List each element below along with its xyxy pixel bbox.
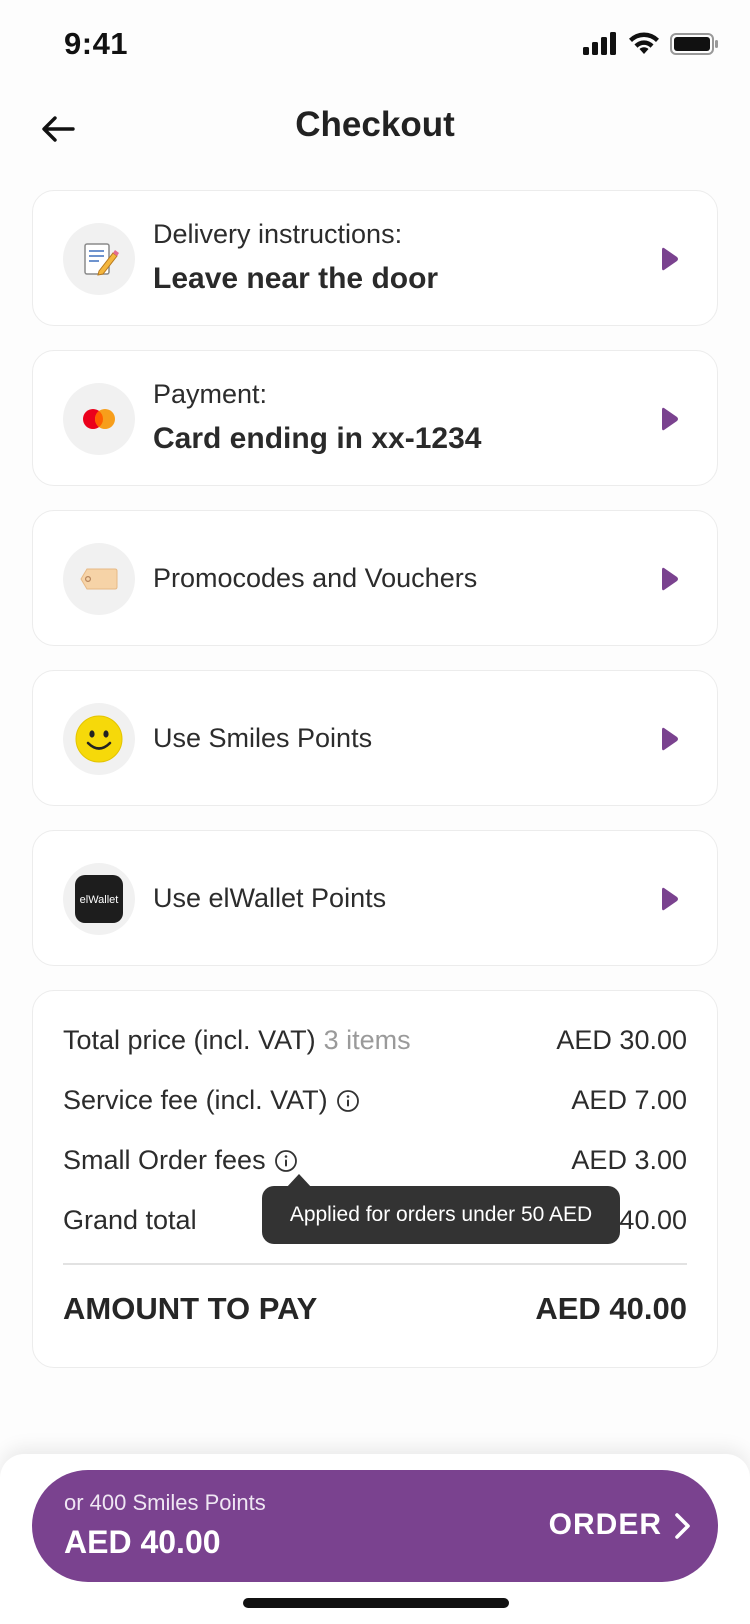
elwallet-points-text: Use elWallet Points [153,881,386,915]
promocodes-card[interactable]: Promocodes and Vouchers [32,510,718,646]
payment-value: Card ending in xx-1234 [153,422,482,455]
memo-pencil-icon [63,223,135,295]
status-bar: 9:41 [0,0,750,90]
tag-icon [63,543,135,615]
amount-to-pay-value: AED 40.00 [535,1291,687,1326]
small-order-row: Small Order fees AED 3.00 [63,1145,687,1181]
battery-icon [670,33,718,55]
total-price-label-group: Total price (incl. VAT) 3 items [63,1025,411,1056]
status-time: 9:41 [64,26,129,61]
delivery-instructions-value: Leave near the door [153,262,439,295]
promocodes-text: Promocodes and Vouchers [153,561,477,595]
order-points-text: or 400 Smiles Points [64,1490,266,1515]
service-fee-row: Service fee (incl. VAT) AED 7.00 [63,1085,687,1121]
small-order-tooltip: Applied for orders under 50 AED [262,1186,620,1244]
order-button[interactable]: or 400 Smiles Points AED 40.00 ORDER [32,1470,718,1582]
service-fee-label-group: Service fee (incl. VAT) [63,1085,360,1116]
promocodes-label: Promocodes and Vouchers [153,563,478,593]
order-label: ORDER [548,1508,662,1541]
price-summary-card: Total price (incl. VAT) 3 items AED 30.0… [32,990,718,1368]
smiles-points-text: Use Smiles Points [153,721,372,755]
page-title: Checkout [295,105,455,144]
play-chevron-icon [659,883,681,915]
play-chevron-icon [659,243,681,275]
header: Checkout [0,95,750,161]
smiles-points-label: Use Smiles Points [153,723,373,753]
items-count: 3 items [323,1025,411,1055]
signal-icon [583,32,616,55]
smiley-icon [63,703,135,775]
amount-to-pay-row: AMOUNT TO PAY AED 40.00 [63,1291,687,1331]
total-price-label: Total price (incl. VAT) [63,1025,316,1055]
elwallet-points-card[interactable]: elWallet Use elWallet Points [32,830,718,966]
service-fee-info-icon[interactable] [336,1089,360,1113]
play-chevron-icon [659,403,681,435]
chevron-right-icon [675,1513,690,1539]
small-order-value: AED 3.00 [571,1145,687,1175]
home-indicator [243,1598,509,1608]
total-price-row: Total price (incl. VAT) 3 items AED 30.0… [63,1025,687,1061]
delivery-instructions-card[interactable]: Delivery instructions: Leave near the do… [32,190,718,326]
elwallet-points-label: Use elWallet Points [153,883,387,913]
payment-label: Payment: [153,379,268,409]
smiles-points-card[interactable]: Use Smiles Points [32,670,718,806]
wifi-icon [629,32,659,54]
payment-card[interactable]: Payment: Card ending in xx-1234 [32,350,718,486]
delivery-instructions-text: Delivery instructions: Leave near the do… [153,217,438,299]
payment-text: Payment: Card ending in xx-1234 [153,377,481,459]
delivery-instructions-label: Delivery instructions: [153,219,403,249]
grand-total-label: Grand total [63,1205,197,1235]
order-amount: AED 40.00 [64,1524,221,1560]
play-chevron-icon [659,563,681,595]
small-order-label-group: Small Order fees [63,1145,298,1176]
elwallet-logo: elWallet [63,863,135,935]
service-fee-value: AED 7.00 [571,1085,687,1115]
small-order-info-icon[interactable] [274,1149,298,1173]
summary-divider [63,1263,687,1265]
mastercard-icon [63,383,135,455]
play-chevron-icon [659,723,681,755]
amount-to-pay-label: AMOUNT TO PAY [63,1291,318,1326]
total-price-value: AED 30.00 [556,1025,687,1055]
status-icons [582,32,720,56]
small-order-label: Small Order fees [63,1145,266,1175]
bottom-sheet: or 400 Smiles Points AED 40.00 ORDER [0,1454,750,1624]
svg-text:elWallet: elWallet [80,894,119,906]
service-fee-label: Service fee (incl. VAT) [63,1085,328,1115]
